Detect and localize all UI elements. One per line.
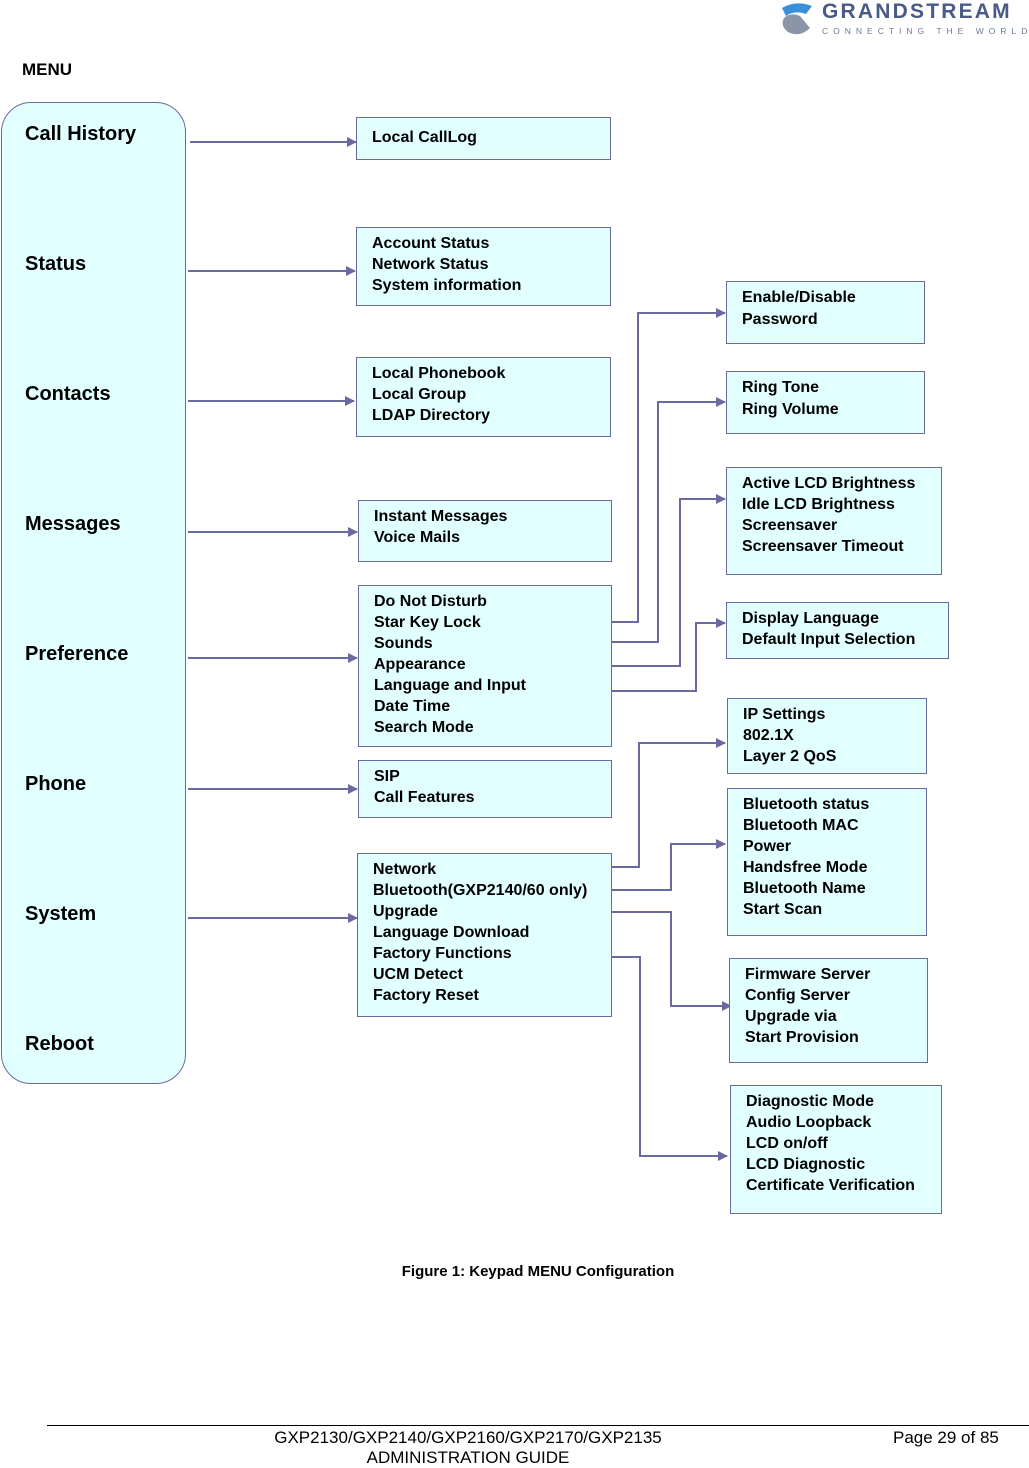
submenu-option[interactable]: Config Server [745,985,927,1006]
submenu-option[interactable]: Screensaver Timeout [742,536,941,557]
submenu-sounds: Ring Tone Ring Volume [726,371,925,434]
submenu-factory-functions: Diagnostic Mode Audio Loopback LCD on/of… [730,1085,942,1214]
menu-item-status[interactable]: Status [25,253,86,276]
submenu-option[interactable]: SIP [374,766,611,787]
submenu-option[interactable]: Power [743,836,926,857]
submenu-preference: Do Not Disturb Star Key Lock Sounds Appe… [358,585,612,747]
footer-doc-title-line2: ADMINISTRATION GUIDE [366,1448,570,1467]
submenu-option[interactable]: Active LCD Brightness [742,473,941,494]
submenu-language-input: Display Language Default Input Selection [726,602,949,659]
submenu-option[interactable]: Display Language [742,608,948,629]
menu-item-call-history[interactable]: Call History [25,123,136,146]
submenu-option[interactable]: Appearance [374,654,611,675]
menu-item-messages[interactable]: Messages [25,513,121,536]
submenu-option[interactable]: Network Status [372,254,610,275]
submenu-option[interactable]: Factory Reset [373,985,611,1006]
menu-item-contacts[interactable]: Contacts [25,383,111,406]
submenu-option[interactable]: Start Provision [745,1027,927,1048]
submenu-messages: Instant Messages Voice Mails [358,500,612,562]
submenu-option[interactable]: Layer 2 QoS [743,746,926,767]
submenu-option[interactable]: Bluetooth status [743,794,926,815]
submenu-option[interactable]: Date Time [374,696,611,717]
submenu-upgrade: Firmware Server Config Server Upgrade vi… [729,958,928,1063]
submenu-system: Network Bluetooth(GXP2140/60 only) Upgra… [357,853,612,1017]
submenu-option[interactable]: Password [742,309,924,331]
submenu-contacts: Local Phonebook Local Group LDAP Directo… [356,357,611,437]
menu-item-phone[interactable]: Phone [25,773,86,796]
arrow-appearance [612,494,726,667]
submenu-option[interactable]: Handsfree Mode [743,857,926,878]
submenu-option[interactable]: Start Scan [743,899,926,920]
submenu-option[interactable]: Sounds [374,633,611,654]
page-number: Page 29 of 85 [893,1428,999,1447]
main-menu-panel: Call History Status Contacts Messages Pr… [1,102,186,1084]
submenu-option[interactable]: Enable/Disable [742,287,924,309]
submenu-option[interactable]: Idle LCD Brightness [742,494,941,515]
arrow-sounds [612,397,726,643]
grandstream-logo-icon [782,3,812,35]
submenu-option[interactable]: IP Settings [743,704,926,725]
submenu-option[interactable]: UCM Detect [373,964,611,985]
submenu-option[interactable]: Local Phonebook [372,363,610,384]
submenu-option[interactable]: Upgrade via [745,1006,927,1027]
submenu-option[interactable]: Firmware Server [745,964,927,985]
submenu-option[interactable]: Local CallLog [372,127,610,148]
figure-caption: Figure 1: Keypad MENU Configuration [401,1263,675,1280]
submenu-option[interactable]: Star Key Lock [374,612,611,633]
arrow-star-key-lock [610,308,726,623]
submenu-status: Account Status Network Status System inf… [356,227,611,306]
submenu-option[interactable]: Call Features [374,787,611,808]
submenu-option[interactable]: Upgrade [373,901,611,922]
arrow-bluetooth [610,839,726,891]
submenu-call-history: Local CallLog [356,117,611,160]
submenu-option[interactable]: Factory Functions [373,943,611,964]
submenu-option[interactable]: LCD on/off [746,1133,941,1154]
submenu-option[interactable]: LDAP Directory [372,405,610,426]
submenu-option[interactable]: Account Status [372,233,610,254]
submenu-option[interactable]: Bluetooth(GXP2140/60 only) [373,880,611,901]
submenu-bluetooth: Bluetooth status Bluetooth MAC Power Han… [727,788,927,936]
footer-doc-title-line1: GXP2130/GXP2140/GXP2160/GXP2170/GXP2135 [274,1428,662,1447]
logo-tagline: CONNECTING THE WORLD [822,26,1029,36]
submenu-option[interactable]: System information [372,275,610,296]
submenu-option[interactable]: Do Not Disturb [374,591,611,612]
submenu-option[interactable]: LCD Diagnostic [746,1154,941,1175]
submenu-option[interactable]: Search Mode [374,717,611,738]
submenu-option[interactable]: Audio Loopback [746,1112,941,1133]
footer-doc-title: GXP2130/GXP2140/GXP2160/GXP2170/GXP2135 … [254,1428,682,1468]
submenu-option[interactable]: Default Input Selection [742,629,948,650]
submenu-phone: SIP Call Features [358,760,612,818]
menu-heading: MENU [22,60,73,79]
submenu-network: IP Settings 802.1X Layer 2 QoS [727,698,927,774]
arrow-language-input [610,618,726,692]
arrow-network [612,738,726,868]
menu-item-preference[interactable]: Preference [25,643,128,666]
menu-item-system[interactable]: System [25,903,96,926]
submenu-option[interactable]: Language and Input [374,675,611,696]
submenu-option[interactable]: Ring Tone [742,377,924,399]
footer-divider [47,1425,1029,1426]
grandstream-logo: GRANDSTREAM CONNECTING THE WORLD [776,0,1029,40]
logo-wordmark: GRANDSTREAM [822,0,1012,23]
submenu-option[interactable]: Network [373,859,611,880]
submenu-option[interactable]: Voice Mails [374,527,611,548]
submenu-option[interactable]: Diagnostic Mode [746,1091,941,1112]
submenu-option[interactable]: Bluetooth Name [743,878,926,899]
submenu-option[interactable]: Instant Messages [374,506,611,527]
submenu-option[interactable]: Bluetooth MAC [743,815,926,836]
arrow-factory-functions [610,956,728,1161]
submenu-option[interactable]: Ring Volume [742,399,924,421]
menu-item-reboot[interactable]: Reboot [25,1033,94,1056]
arrow-upgrade [612,911,732,1011]
submenu-option[interactable]: Certificate Verification [746,1175,941,1196]
submenu-option[interactable]: 802.1X [743,725,926,746]
submenu-option[interactable]: Language Download [373,922,611,943]
submenu-option[interactable]: Screensaver [742,515,941,536]
submenu-option[interactable]: Local Group [372,384,610,405]
submenu-appearance: Active LCD Brightness Idle LCD Brightnes… [726,467,942,575]
submenu-star-key-lock: Enable/Disable Password [726,281,925,344]
